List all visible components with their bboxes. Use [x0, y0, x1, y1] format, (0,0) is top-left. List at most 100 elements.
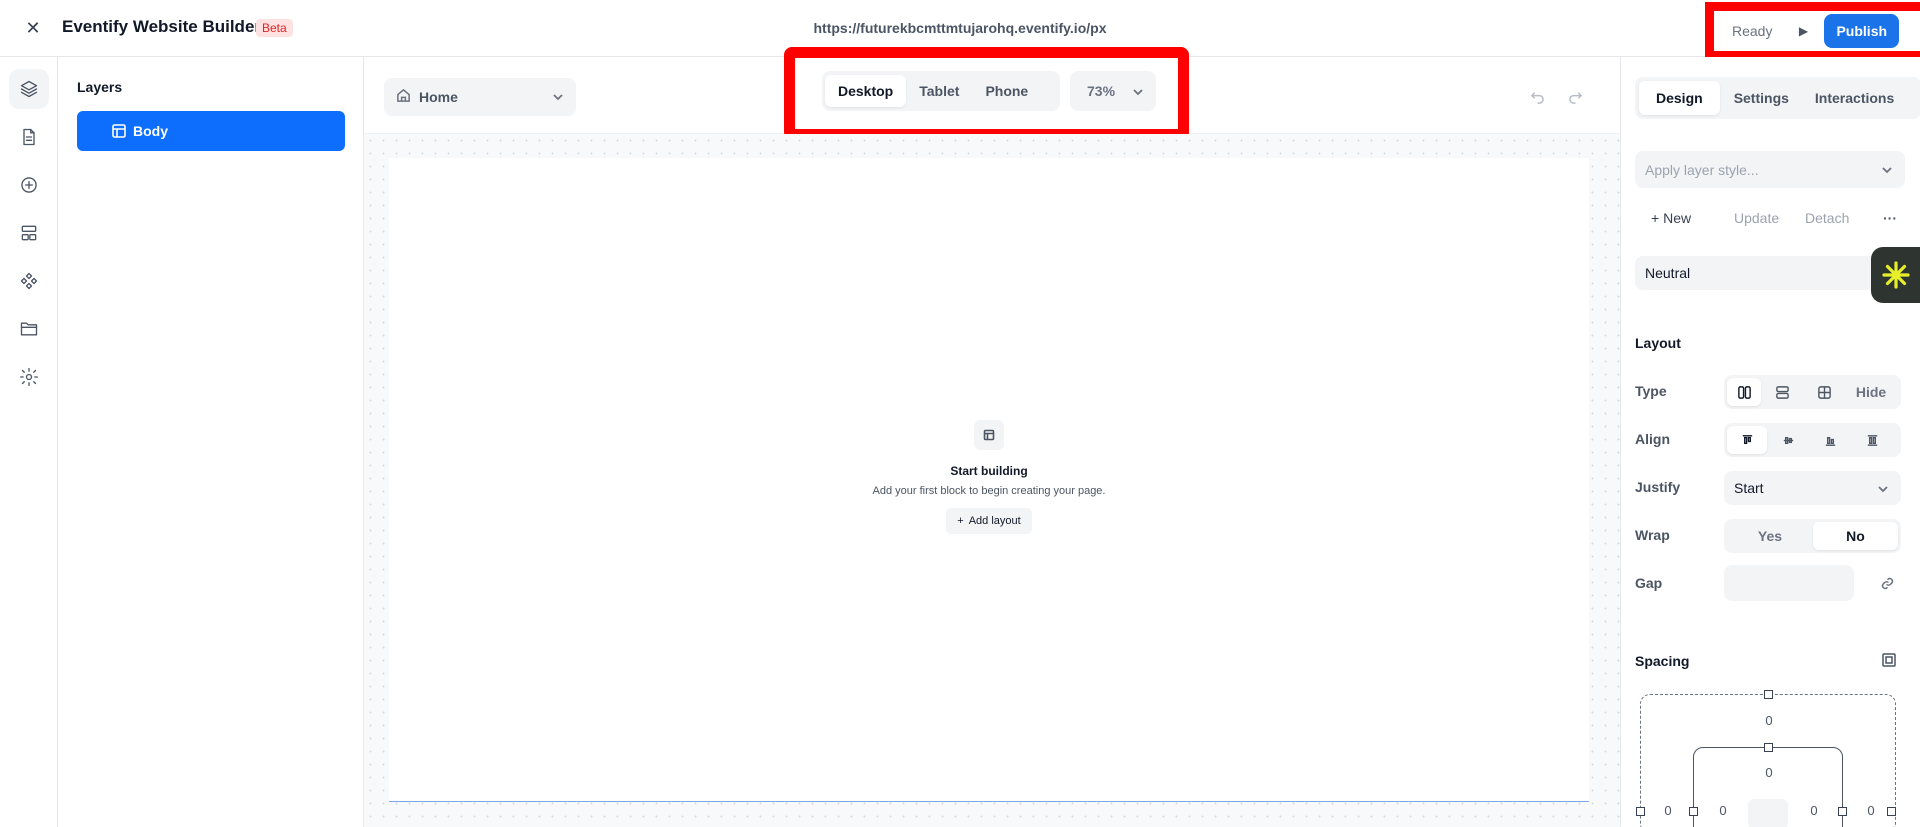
- assistant-sparkle-icon[interactable]: [1871, 247, 1920, 303]
- status-text: Ready: [1732, 23, 1773, 39]
- padding-box: 0 0 0: [1689, 743, 1847, 827]
- folder-icon[interactable]: [9, 309, 49, 349]
- color-scheme-value: Neutral: [1645, 265, 1691, 281]
- content-box: [1748, 799, 1788, 827]
- layer-style-actions: + New Update Detach ···: [1635, 203, 1911, 233]
- canvas-toolbar: Home Desktop Tablet Phone 73%: [364, 47, 1634, 140]
- type-label: Type: [1635, 383, 1667, 399]
- layout-icon: [111, 123, 127, 139]
- justify-label: Justify: [1635, 479, 1681, 495]
- gap-input[interactable]: [1724, 565, 1854, 601]
- canvas-area: Home Desktop Tablet Phone 73% Start buil…: [364, 47, 1634, 827]
- grid-icon[interactable]: [1803, 378, 1845, 406]
- margin-left-value[interactable]: 0: [1658, 803, 1678, 818]
- more-options-icon[interactable]: ···: [1883, 210, 1897, 226]
- align-stretch-icon[interactable]: [1851, 426, 1893, 454]
- padding-left-handle[interactable]: [1689, 807, 1698, 816]
- layout-type-control: Hide: [1724, 375, 1901, 409]
- tab-interactions[interactable]: Interactions: [1803, 81, 1906, 115]
- preview-play-icon[interactable]: ▶: [1792, 20, 1814, 42]
- layer-item-body[interactable]: Body: [77, 111, 345, 151]
- align-top-icon[interactable]: [1727, 426, 1767, 454]
- redo-icon[interactable]: [1565, 86, 1585, 106]
- padding-top-handle[interactable]: [1764, 743, 1773, 752]
- wrap-no-option[interactable]: No: [1813, 522, 1898, 550]
- tab-phone[interactable]: Phone: [972, 75, 1041, 107]
- justify-select[interactable]: Start: [1724, 471, 1901, 505]
- chevron-down-icon: [1881, 163, 1893, 179]
- empty-state: Start building Add your first block to b…: [389, 420, 1589, 534]
- margin-right-value[interactable]: 0: [1861, 803, 1881, 818]
- layer-style-placeholder: Apply layer style...: [1645, 161, 1759, 178]
- pages-icon[interactable]: [9, 117, 49, 157]
- margin-top-handle[interactable]: [1764, 690, 1773, 699]
- plus-icon: +: [957, 515, 964, 527]
- add-icon[interactable]: [9, 165, 49, 205]
- gap-label: Gap: [1635, 575, 1663, 591]
- align-center-icon[interactable]: [1767, 426, 1809, 454]
- tab-settings[interactable]: Settings: [1722, 81, 1801, 115]
- app-title: Eventify Website Builder: [62, 17, 262, 36]
- tab-desktop[interactable]: Desktop: [825, 75, 907, 107]
- publish-controls: Ready ▶ Publish: [1722, 11, 1900, 51]
- beta-badge: Beta: [256, 19, 293, 37]
- margin-left-handle[interactable]: [1636, 807, 1645, 816]
- layers-title: Layers: [77, 79, 123, 95]
- site-url[interactable]: https://futurekbcmttmtujarohq.eventify.i…: [814, 20, 1107, 36]
- publish-button[interactable]: Publish: [1824, 14, 1900, 48]
- spacing-section-title: Spacing: [1635, 653, 1690, 669]
- left-icon-rail: [0, 57, 58, 827]
- align-bottom-icon[interactable]: [1809, 426, 1851, 454]
- device-switcher: Desktop Tablet Phone: [822, 71, 1060, 111]
- wrap-label: Wrap: [1635, 527, 1670, 543]
- link-icon[interactable]: [1877, 573, 1897, 593]
- expand-spacing-icon[interactable]: [1881, 652, 1899, 670]
- align-control: [1724, 423, 1901, 457]
- update-style-button[interactable]: Update: [1734, 210, 1779, 226]
- empty-state-subtitle: Add your first block to begin creating y…: [872, 485, 1106, 497]
- spacing-editor: 0 0 0 0 0 0: [1636, 690, 1896, 827]
- device-highlight-frame: Desktop Tablet Phone 73%: [784, 47, 1189, 140]
- padding-right-value[interactable]: 0: [1804, 803, 1824, 818]
- components-icon[interactable]: [9, 261, 49, 301]
- margin-top-value[interactable]: 0: [1759, 713, 1779, 728]
- undo-icon[interactable]: [1527, 86, 1547, 106]
- page-surface[interactable]: Start building Add your first block to b…: [389, 158, 1589, 802]
- tab-design[interactable]: Design: [1639, 81, 1720, 115]
- justify-value: Start: [1734, 480, 1764, 496]
- page-select-value: Home: [419, 89, 458, 105]
- padding-top-value[interactable]: 0: [1759, 765, 1779, 780]
- home-icon: [396, 88, 419, 106]
- plus-icon: +: [1651, 210, 1664, 226]
- wrap-control: Yes No: [1724, 519, 1901, 553]
- layer-style-select[interactable]: Apply layer style...: [1635, 151, 1905, 188]
- tab-tablet[interactable]: Tablet: [906, 75, 972, 107]
- rows-icon[interactable]: [1761, 378, 1803, 406]
- sections-icon[interactable]: [9, 213, 49, 253]
- publish-highlight-frame: Ready ▶ Publish: [1705, 2, 1920, 60]
- page-select[interactable]: Home: [384, 78, 576, 116]
- inspector-panel: Design Settings Interactions Apply layer…: [1620, 57, 1920, 827]
- margin-right-handle[interactable]: [1887, 807, 1896, 816]
- padding-left-value[interactable]: 0: [1713, 803, 1733, 818]
- columns-icon[interactable]: [1727, 378, 1761, 406]
- layers-icon[interactable]: [9, 69, 49, 109]
- layout-icon: [974, 420, 1004, 450]
- add-layout-button[interactable]: + Add layout: [946, 508, 1032, 534]
- settings-icon[interactable]: [9, 357, 49, 397]
- new-style-label: New: [1663, 210, 1692, 226]
- align-label: Align: [1635, 431, 1670, 447]
- add-layout-label: Add layout: [968, 515, 1021, 527]
- detach-style-button[interactable]: Detach: [1805, 210, 1849, 226]
- wrap-yes-option[interactable]: Yes: [1727, 522, 1813, 550]
- hide-button[interactable]: Hide: [1845, 378, 1897, 406]
- layers-panel: Layers Body: [58, 57, 364, 827]
- empty-state-title: Start building: [950, 464, 1028, 478]
- inspector-tabs: Design Settings Interactions: [1635, 77, 1920, 119]
- padding-right-handle[interactable]: [1838, 807, 1847, 816]
- new-style-button[interactable]: + New: [1651, 210, 1691, 226]
- zoom-select[interactable]: 73%: [1070, 71, 1156, 111]
- layout-section-title: Layout: [1635, 335, 1681, 351]
- chevron-down-icon: [1877, 482, 1889, 498]
- close-icon[interactable]: ✕: [22, 17, 44, 39]
